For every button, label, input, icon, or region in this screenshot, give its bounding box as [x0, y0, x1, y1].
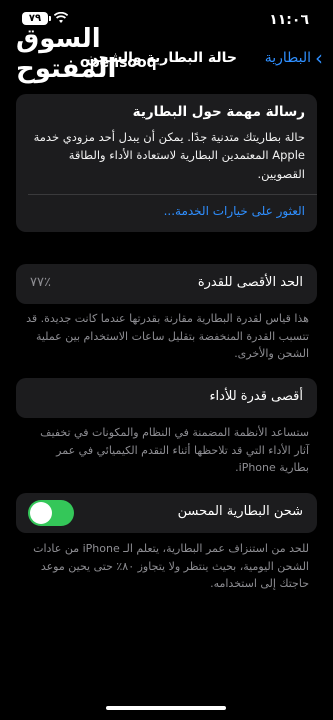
- clock: ١١:٠٦: [269, 12, 309, 28]
- toggle-knob: [30, 502, 52, 524]
- page-title: حالة البطارية والشحن: [85, 50, 237, 66]
- alert-title: رسالة مهمة حول البطارية: [132, 104, 305, 120]
- alert-body: حالة بطاريتك متدنية جدًا. يمكن أن يبدل أ…: [33, 130, 305, 181]
- peak-performance-description: ستساعد الأنظمة المضمنة في النظام والمكون…: [40, 426, 309, 475]
- peak-performance-label: أقصى قدرة للأداء: [209, 389, 303, 404]
- optimized-charging-description: للحد من استنزاف عمر البطارية، يتعلم الـ …: [33, 542, 309, 591]
- maximum-capacity-row: الحد الأقصى للقدرة ٪٧٧: [16, 264, 317, 304]
- maximum-capacity-value: ٪٧٧: [30, 275, 51, 290]
- wifi-icon: [54, 12, 68, 23]
- chevron-back-icon: ›: [315, 46, 323, 70]
- find-service-options-link[interactable]: العثور على خيارات الخدمة...: [164, 204, 305, 218]
- home-indicator[interactable]: [106, 706, 226, 710]
- battery-alert-card: رسالة مهمة حول البطارية حالة بطاريتك متد…: [16, 94, 317, 232]
- optimized-charging-toggle[interactable]: [28, 500, 74, 526]
- maximum-capacity-description: هذا قياس لقدرة البطارية مقارنة بقدرتها ع…: [26, 312, 309, 361]
- optimized-charging-label: شحن البطارية المحسن: [177, 504, 303, 519]
- maximum-capacity-label: الحد الأقصى للقدرة: [197, 275, 303, 290]
- peak-performance-row: أقصى قدرة للأداء: [16, 378, 317, 418]
- back-button[interactable]: › البطارية: [264, 46, 323, 70]
- back-button-label: البطارية: [264, 50, 311, 66]
- optimized-charging-row: شحن البطارية المحسن: [16, 493, 317, 533]
- battery-icon: ٧٩: [22, 12, 51, 25]
- navigation-bar: › البطارية حالة البطارية والشحن: [0, 44, 333, 74]
- divider: [28, 194, 317, 195]
- status-bar: ١١:٠٦ ٧٩: [0, 0, 333, 40]
